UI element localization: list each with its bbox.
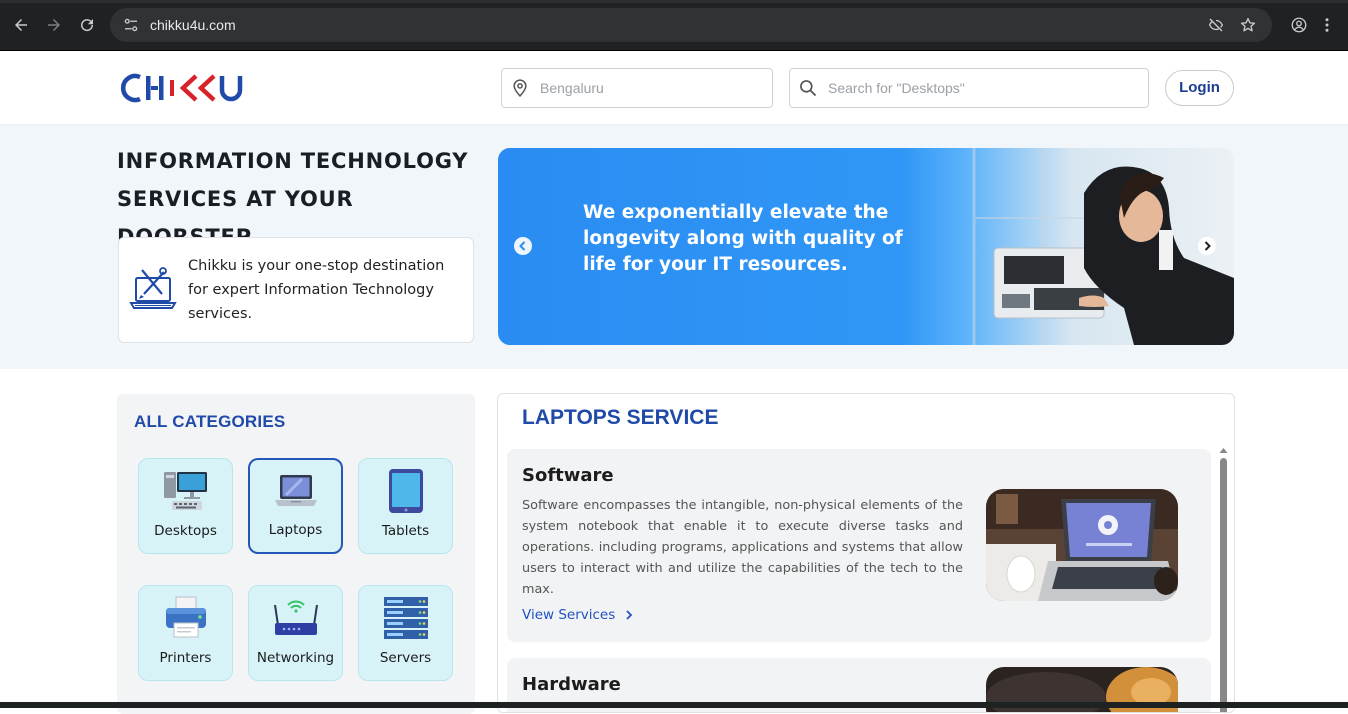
categories-title: ALL CATEGORIES	[134, 412, 285, 432]
kebab-menu-icon[interactable]	[1320, 10, 1334, 40]
back-arrow-icon[interactable]	[8, 10, 35, 40]
scrollbar-thumb[interactable]	[1220, 458, 1227, 713]
service-card-software: Software Software encompasses the intang…	[507, 449, 1211, 642]
category-label: Desktops	[154, 523, 217, 539]
hero-banner-carousel[interactable]: We exponentially elevate the longevity a…	[498, 148, 1234, 345]
site-header: Login	[0, 51, 1348, 125]
category-servers[interactable]: Servers	[358, 585, 453, 681]
search-icon	[798, 78, 818, 98]
scroll-up-arrow-icon[interactable]	[1219, 446, 1228, 454]
search-input[interactable]	[828, 80, 1128, 96]
reload-icon[interactable]	[73, 10, 100, 40]
category-desktops[interactable]: Desktops	[138, 458, 233, 554]
category-label: Servers	[380, 650, 431, 666]
hero-title-line1: INFORMATION TECHNOLOGY	[117, 142, 487, 180]
software-laptop-image	[986, 489, 1178, 601]
service-title: LAPTOPS SERVICE	[522, 406, 718, 430]
bookmark-star-icon[interactable]	[1234, 11, 1262, 39]
view-services-link[interactable]: View Services	[522, 607, 635, 623]
location-field[interactable]	[501, 68, 773, 108]
service-scrollbar[interactable]	[1219, 446, 1228, 713]
laptop-repair-icon	[127, 264, 179, 316]
service-card-title: Hardware	[522, 674, 621, 695]
server-icon	[382, 595, 430, 641]
eye-off-icon[interactable]	[1202, 11, 1230, 39]
browser-toolbar: chikku4u.com	[0, 0, 1348, 51]
categories-panel: ALL CATEGORIES Desktops Laptops	[117, 394, 475, 714]
tab-strip	[0, 0, 1348, 3]
search-field[interactable]	[789, 68, 1149, 108]
location-input[interactable]	[540, 80, 740, 96]
desktop-icon	[162, 468, 210, 514]
category-label: Laptops	[269, 522, 323, 538]
laptops-service-panel: LAPTOPS SERVICE Software Software encomp…	[497, 393, 1235, 713]
chevron-right-icon	[623, 609, 635, 621]
printer-icon	[162, 595, 210, 641]
site-info-icon[interactable]	[122, 16, 140, 34]
tablet-icon	[382, 468, 430, 514]
technician-photo	[934, 148, 1234, 345]
carousel-prev-icon[interactable]	[514, 237, 532, 255]
router-icon	[272, 595, 320, 641]
category-label: Networking	[257, 650, 334, 666]
carousel-next-icon[interactable]	[1198, 237, 1216, 255]
intro-text: Chikku is your one-stop destination for …	[188, 254, 465, 326]
address-bar[interactable]: chikku4u.com	[110, 8, 1272, 42]
view-services-label[interactable]: View Services	[522, 607, 615, 623]
service-card-title: Software	[522, 465, 614, 486]
intro-card: Chikku is your one-stop destination for …	[118, 237, 474, 343]
hero-section: INFORMATION TECHNOLOGY SERVICES AT YOUR …	[0, 125, 1348, 369]
laptop-icon	[272, 469, 320, 515]
login-button[interactable]: Login	[1165, 70, 1234, 106]
category-tablets[interactable]: Tablets	[358, 458, 453, 554]
bottom-edge	[0, 702, 1348, 708]
service-card-description: Software encompasses the intangible, non…	[522, 495, 963, 600]
banner-message: We exponentially elevate the longevity a…	[583, 200, 913, 278]
category-label: Tablets	[382, 523, 429, 539]
category-laptops[interactable]: Laptops	[248, 458, 343, 554]
category-label: Printers	[160, 650, 212, 666]
url-text[interactable]: chikku4u.com	[150, 17, 1198, 33]
category-printers[interactable]: Printers	[138, 585, 233, 681]
category-networking[interactable]: Networking	[248, 585, 343, 681]
map-pin-icon	[510, 78, 530, 98]
forward-arrow-icon[interactable]	[41, 10, 68, 40]
chikku-logo[interactable]	[118, 70, 258, 106]
profile-icon[interactable]	[1284, 10, 1314, 40]
